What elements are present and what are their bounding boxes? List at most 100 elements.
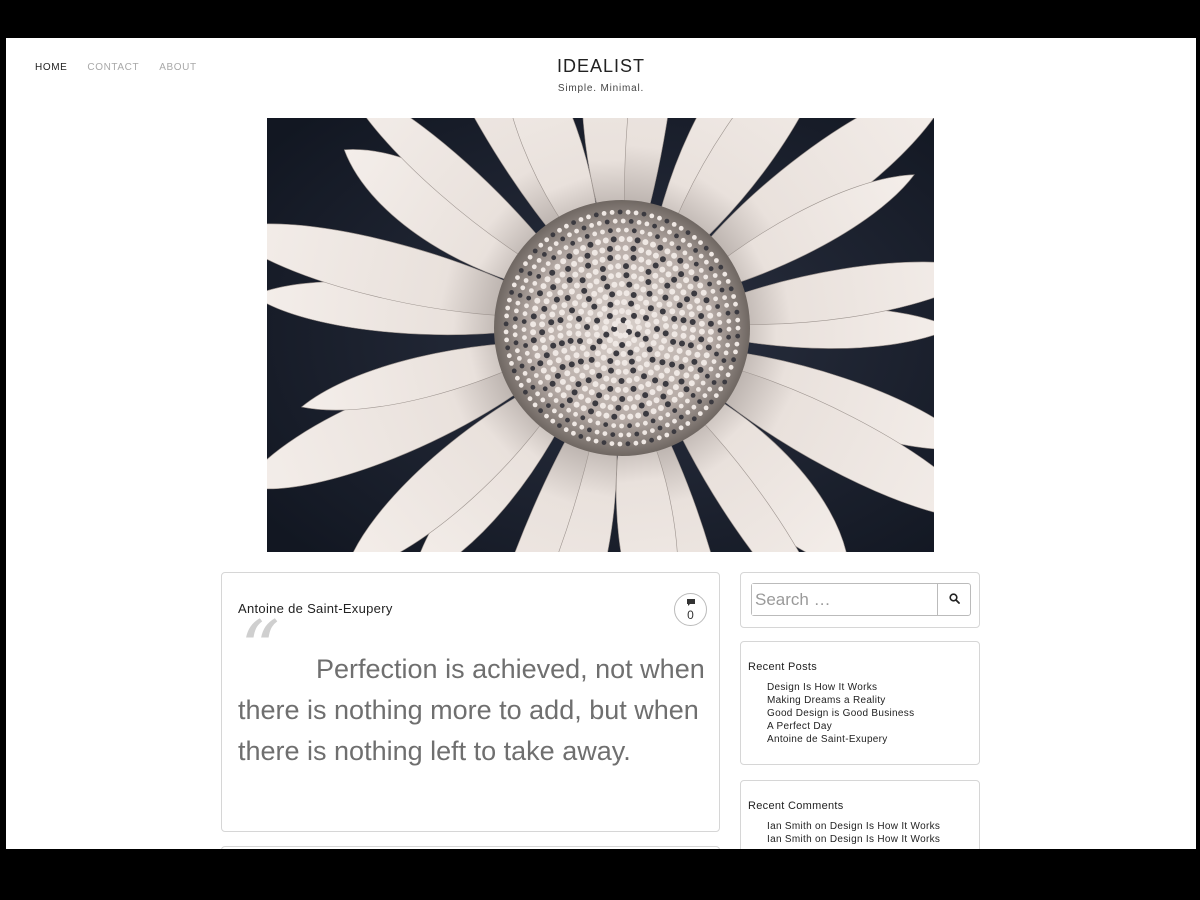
flower-floret xyxy=(622,368,629,375)
flower-floret xyxy=(652,262,659,269)
recent-post-link[interactable]: Design Is How It Works xyxy=(767,682,877,693)
flower-floret xyxy=(577,358,584,365)
flower-floret xyxy=(688,255,694,261)
flower-floret xyxy=(572,421,577,427)
flower-floret xyxy=(665,271,672,278)
flower-floret xyxy=(583,364,590,371)
flower-floret xyxy=(530,313,537,320)
flower-floret xyxy=(658,277,665,284)
flower-floret xyxy=(735,325,741,331)
flower-floret xyxy=(631,228,637,234)
flower-floret xyxy=(552,350,559,356)
flower-floret xyxy=(557,423,562,428)
flower-floret xyxy=(560,236,566,242)
flower-floret xyxy=(669,241,675,246)
recent-post-link[interactable]: Antoine de Saint-Exupery xyxy=(767,734,888,745)
flower-floret xyxy=(683,263,690,270)
flower-floret xyxy=(652,377,659,384)
flower-floret xyxy=(685,421,691,426)
flower-floret xyxy=(582,385,588,392)
flower-floret xyxy=(586,214,591,220)
flower-floret xyxy=(665,422,670,428)
flower-floret xyxy=(559,364,566,370)
recent-post-link[interactable]: Good Design is Good Business xyxy=(767,708,914,719)
flower-floret xyxy=(620,351,627,357)
flower-floret xyxy=(576,315,582,322)
flower-floret xyxy=(557,317,564,324)
flower-floret xyxy=(722,295,727,300)
flower-floret xyxy=(610,377,617,384)
flower-floret xyxy=(639,229,645,235)
flower-floret xyxy=(511,368,517,374)
flower-floret xyxy=(557,250,562,255)
flower-floret xyxy=(721,358,727,363)
flower-floret xyxy=(697,366,704,373)
flower-floret xyxy=(638,247,645,254)
flower-floret xyxy=(566,322,573,329)
flower-floret xyxy=(654,364,660,371)
flower-floret xyxy=(532,345,539,352)
flower-floret xyxy=(696,305,703,312)
flower-floret xyxy=(541,305,548,312)
flower-floret xyxy=(615,368,622,375)
flower-floret xyxy=(630,245,637,252)
flower-floret xyxy=(573,248,580,255)
flower-floret xyxy=(685,230,691,235)
flower-floret xyxy=(554,386,561,393)
flower-floret xyxy=(603,422,609,427)
site-title[interactable]: IDEALIST xyxy=(6,56,1196,77)
flower-floret xyxy=(538,380,543,385)
flower-floret xyxy=(633,346,640,353)
flower-floret xyxy=(638,266,645,273)
recent-post-link[interactable]: A Perfect Day xyxy=(767,721,832,732)
search-input[interactable] xyxy=(752,584,937,615)
flower-floret xyxy=(584,234,590,239)
flower-floret xyxy=(624,227,629,233)
flower-floret xyxy=(606,313,613,319)
flower-floret xyxy=(537,360,544,367)
flower-floret xyxy=(652,223,657,229)
flower-floret xyxy=(657,405,664,411)
flower-floret xyxy=(596,221,602,226)
flower-floret xyxy=(618,378,625,384)
flower-floret xyxy=(581,287,588,294)
search-button[interactable] xyxy=(937,584,970,615)
flower-floret xyxy=(651,283,658,290)
flower-floret xyxy=(526,378,532,383)
flower-floret xyxy=(621,359,628,366)
flower-floret xyxy=(634,318,641,325)
flower-floret xyxy=(687,283,694,290)
flower-floret xyxy=(567,232,572,238)
flower-floret xyxy=(569,307,575,314)
flower-floret xyxy=(567,337,574,344)
list-item: Ian Smith on Design Is How It Works xyxy=(767,833,940,846)
flower-floret xyxy=(587,241,594,248)
flower-floret xyxy=(645,381,652,388)
flower-floret xyxy=(599,266,606,272)
comment-count-badge[interactable]: 0 xyxy=(674,593,707,626)
flower-floret xyxy=(538,242,544,248)
next-post-card xyxy=(221,846,720,849)
flower-floret xyxy=(567,314,573,321)
comment-post-link[interactable]: Design Is How It Works xyxy=(830,821,940,832)
flower-floret xyxy=(595,410,602,417)
flower-floret xyxy=(653,333,659,340)
flower-floret xyxy=(715,373,721,378)
flower-floret xyxy=(694,351,701,358)
recent-post-link[interactable]: Making Dreams a Reality xyxy=(767,695,886,706)
flower-floret xyxy=(583,351,590,358)
flower-floret xyxy=(666,260,673,267)
flower-floret xyxy=(728,364,734,370)
flower-floret xyxy=(650,241,656,248)
flower-floret xyxy=(536,258,542,263)
flower-floret xyxy=(725,310,731,316)
flower-floret xyxy=(633,283,640,290)
flower-floret xyxy=(645,268,652,275)
flower-floret xyxy=(615,386,621,393)
recent-posts-widget: Recent Posts Design Is How It Works Maki… xyxy=(740,641,980,765)
flower-floret xyxy=(664,367,671,374)
flower-floret xyxy=(623,290,630,297)
recent-comments-widget: Recent Comments Ian Smith on Design Is H… xyxy=(740,780,980,849)
flower-floret xyxy=(593,324,599,331)
comment-post-link[interactable]: Design Is How It Works xyxy=(830,834,940,845)
